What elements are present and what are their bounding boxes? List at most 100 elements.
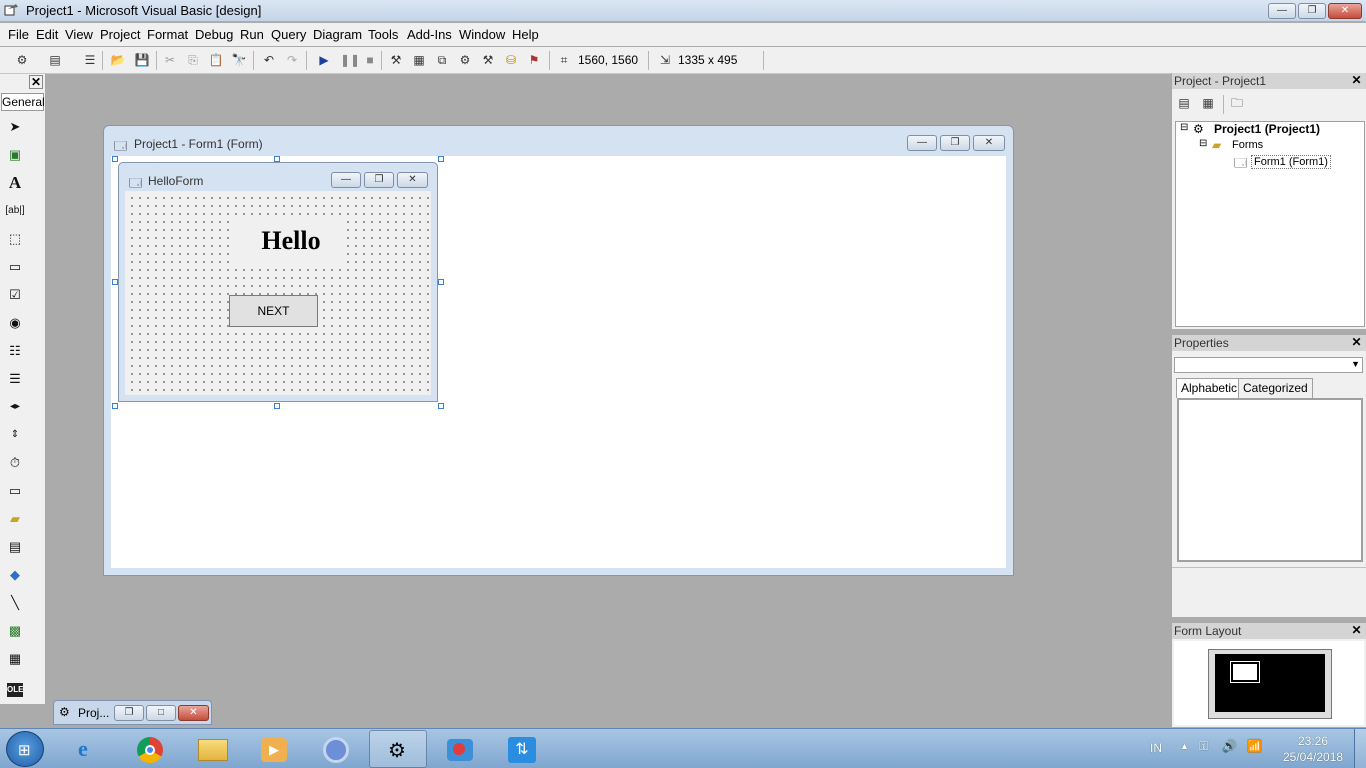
project-panel-close-icon[interactable]: ✕ [1350,74,1363,87]
object-select[interactable]: ▼ [1174,357,1363,373]
menu-file[interactable]: File [8,27,29,42]
hello-label[interactable]: Hello [235,219,347,263]
image-icon[interactable]: ▩ [4,620,26,642]
picturebox-icon[interactable]: ▣ [4,144,26,166]
textbox-icon[interactable]: [ab|] [4,200,26,222]
combobox-icon[interactable]: ☷ [4,340,26,362]
tree-form1-node[interactable]: Form1 (Form1) [1251,155,1331,169]
hello-form-minimize-button[interactable]: — [331,172,361,188]
data-icon[interactable]: ▦ [4,648,26,670]
clock-date[interactable]: 25/04/2018 [1283,750,1343,764]
cut-icon[interactable]: ✂ [162,52,178,68]
form-window-close-button[interactable]: ✕ [973,135,1005,151]
end-icon[interactable]: ■ [362,52,378,68]
shape-icon[interactable]: ◆ [4,564,26,586]
dirlistbox-icon[interactable]: ▰ [4,508,26,530]
object-browser-icon[interactable]: ⚙ [457,52,473,68]
open-project-icon[interactable]: 📂 [110,52,126,68]
taskbar-media-player[interactable]: ▶ [245,730,303,768]
taskbar-video-app[interactable] [431,730,489,768]
find-icon[interactable]: 🔭 [231,52,247,68]
menu-diagram[interactable]: Diagram [313,27,362,42]
toggle-folders-icon[interactable]: 🗀 [1229,95,1245,111]
hello-form[interactable]: 🗔 HelloForm — ❐ ✕ Hello NEXT [118,162,438,402]
label-icon[interactable]: A [4,172,26,194]
property-grid[interactable] [1177,398,1363,562]
minimized-project-window[interactable]: ⚙ Proj... ❐ □ ✕ [53,700,212,725]
resize-handle[interactable] [274,403,280,409]
tab-alphabetic[interactable]: Alphabetic [1176,378,1243,398]
minimized-maximize-button[interactable]: □ [146,705,176,721]
form-window-restore-button[interactable]: ❐ [940,135,970,151]
vscrollbar-icon[interactable]: ⇕ [4,424,26,446]
project-explorer-icon[interactable]: ⚒ [388,52,404,68]
start-icon[interactable]: ▶ [316,52,332,68]
toolbox-icon[interactable]: ⚒ [480,52,496,68]
menu-view[interactable]: View [65,27,93,42]
menu-window[interactable]: Window [459,27,505,42]
undo-icon[interactable]: ↶ [261,52,277,68]
optionbutton-icon[interactable]: ◉ [4,312,26,334]
drivelistbox-icon[interactable]: ▭ [4,480,26,502]
tab-categorized[interactable]: Categorized [1238,378,1313,398]
resize-handle[interactable] [112,403,118,409]
view-object-icon[interactable]: ▦ [1200,95,1216,111]
checkbox-icon[interactable]: ☑ [4,284,26,306]
language-indicator[interactable]: IN [1150,741,1162,755]
minimize-button[interactable]: — [1268,3,1296,19]
ole-icon[interactable]: OLE [7,683,23,697]
form-window-minimize-button[interactable]: — [907,135,937,151]
pointer-icon[interactable]: ➤ [4,116,26,138]
break-icon[interactable]: ❚❚ [340,52,360,68]
taskbar-chrome[interactable] [122,730,180,768]
taskbar-ie[interactable]: e [61,730,119,768]
tree-collapse-icon[interactable]: ⊟ [1180,122,1188,133]
resize-handle[interactable] [438,156,444,162]
hscrollbar-icon[interactable]: ◂▸ [4,396,26,418]
add-form-icon[interactable]: ▤ [47,52,63,68]
toolbox-tab-general[interactable]: General [1,93,45,111]
redo-icon[interactable]: ↷ [284,52,300,68]
menu-edit[interactable]: Edit [36,27,58,42]
menu-addins[interactable]: Add-Ins [407,27,452,42]
menu-editor-icon[interactable]: ☰ [82,52,98,68]
taskbar-chrome-app[interactable] [307,730,365,768]
signal-icon[interactable]: 📶 [1247,739,1262,753]
restore-button[interactable]: ❐ [1298,3,1326,19]
taskbar-visual-basic[interactable]: ⚙ [369,730,427,768]
copy-icon[interactable]: ⎘ [185,52,201,68]
tree-project-node[interactable]: Project1 (Project1) [1214,122,1320,136]
menu-tools[interactable]: Tools [368,27,398,42]
frame-icon[interactable]: ⬚ [4,228,26,250]
properties-panel-close-icon[interactable]: ✕ [1350,336,1363,349]
properties-window-icon[interactable]: ▦ [411,52,427,68]
filelistbox-icon[interactable]: ▤ [4,536,26,558]
commandbutton-icon[interactable]: ▭ [4,256,26,278]
form-position-preview[interactable] [1230,661,1260,683]
volume-icon[interactable]: 🔊 [1222,739,1237,753]
save-icon[interactable]: 💾 [134,52,150,68]
timer-icon[interactable]: ⏱ [4,452,26,474]
add-project-icon[interactable]: ⚙ [14,52,30,68]
menu-format[interactable]: Format [147,27,188,42]
network-device-icon[interactable]: ⚿ [1199,739,1208,754]
menu-debug[interactable]: Debug [195,27,233,42]
form-layout-icon[interactable]: ⧉ [434,52,450,68]
paste-icon[interactable]: 📋 [208,52,224,68]
component-manager-icon[interactable]: ⚑ [526,52,542,68]
clock-time[interactable]: 23:26 [1298,734,1328,748]
resize-handle[interactable] [438,403,444,409]
start-button[interactable]: ⊞ [6,731,44,767]
show-hidden-icons-icon[interactable]: ▲ [1180,741,1189,751]
form-layout-close-icon[interactable]: ✕ [1350,624,1363,637]
close-button[interactable]: ✕ [1328,3,1362,19]
view-code-icon[interactable]: ▤ [1176,95,1192,111]
hello-form-close-button[interactable]: ✕ [397,172,428,188]
next-button[interactable]: NEXT [229,295,318,327]
data-view-icon[interactable]: ⛁ [503,52,519,68]
menu-help[interactable]: Help [512,27,539,42]
minimized-restore-button[interactable]: ❐ [114,705,144,721]
menu-run[interactable]: Run [240,27,264,42]
show-desktop-button[interactable] [1354,729,1366,768]
line-icon[interactable]: ╲ [4,592,26,614]
